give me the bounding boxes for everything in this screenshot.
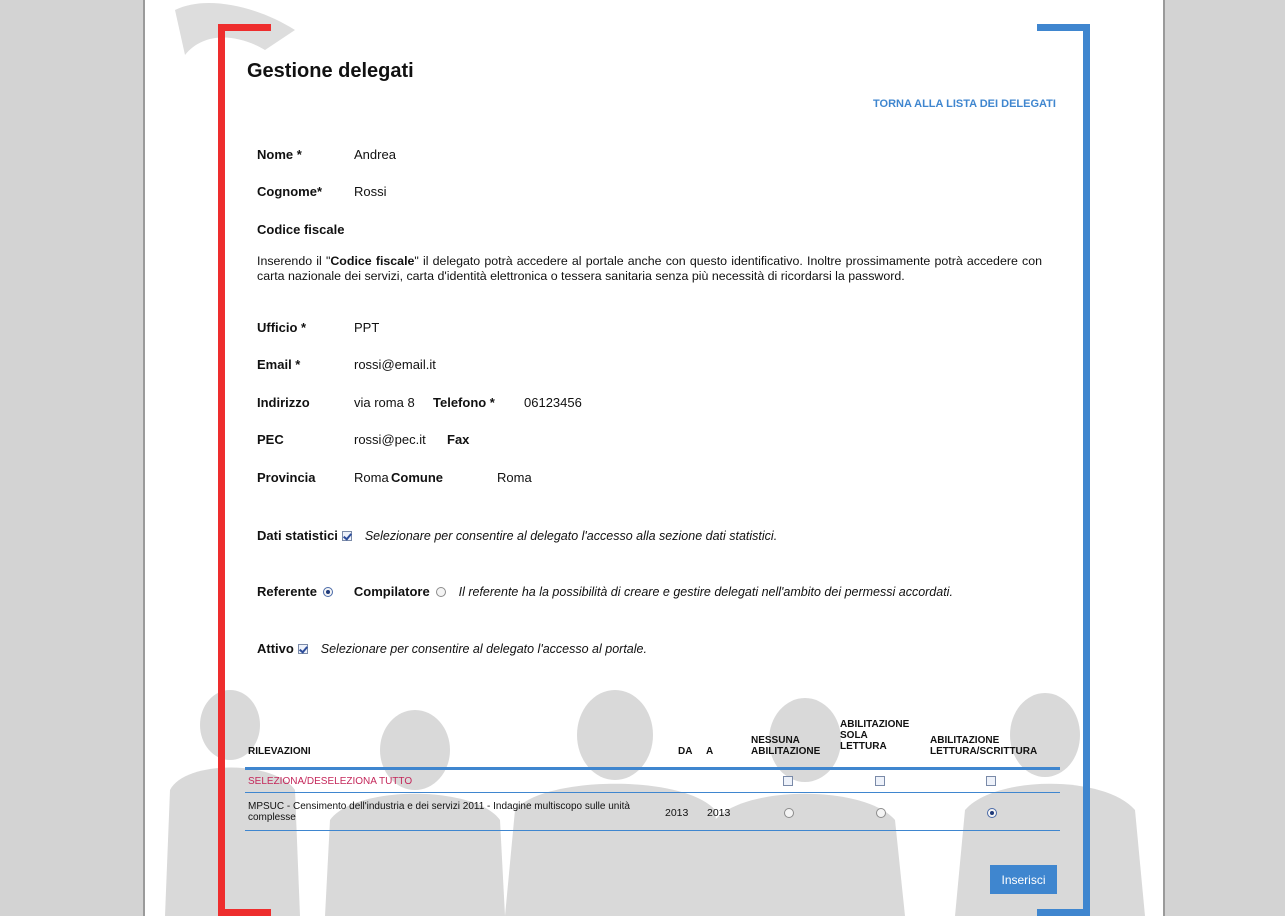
right-bracket-top: [1037, 24, 1090, 31]
ruolo-note: Il referente ha la possibilità di creare…: [458, 585, 953, 599]
row-lettura-scrittura-radio[interactable]: [987, 808, 997, 818]
referente-radio[interactable]: [323, 586, 334, 597]
header-da: DA: [678, 746, 693, 757]
info-text-bold: Codice fiscale: [330, 254, 415, 268]
provincia-label: Provincia: [257, 470, 316, 485]
dati-statistici-label: Dati statistici: [257, 528, 338, 543]
codice-fiscale-label: Codice fiscale: [257, 222, 345, 237]
header-sola-line3: LETTURA: [840, 741, 887, 752]
dati-statistici-checkbox[interactable]: [342, 530, 353, 541]
nome-label: Nome *: [257, 147, 302, 162]
indirizzo-value: via roma 8: [354, 395, 415, 410]
select-all-lettura-scrittura-checkbox[interactable]: [986, 776, 996, 786]
left-margin: [0, 0, 145, 916]
email-value: rossi@email.it: [354, 357, 436, 372]
row-survey-name: MPSUC - Censimento dell'industria e dei …: [248, 801, 630, 823]
attivo-checkbox[interactable]: [298, 643, 309, 654]
right-bracket-decoration: [1083, 24, 1090, 916]
header-a: A: [706, 746, 714, 757]
comune-label: Comune: [391, 470, 443, 485]
dati-statistici-row: Dati statistici Selezionare per consenti…: [257, 527, 777, 545]
row-nessuna-radio[interactable]: [784, 808, 794, 818]
page-title: Gestione delegati: [247, 60, 414, 82]
right-bracket-bottom: [1037, 909, 1090, 916]
left-bracket-decoration: [218, 24, 225, 916]
inserisci-button[interactable]: Inserisci: [990, 865, 1057, 894]
table-header-divider: [245, 767, 1060, 770]
row-divider-1: [245, 792, 1060, 793]
header-sola-line2: SOLA: [840, 730, 868, 741]
info-text-start: Inserendo il ": [257, 254, 331, 268]
header-rilevazioni: RILEVAZIONI: [248, 746, 311, 757]
ruolo-row: Referente Compilatore Il referente ha la…: [257, 583, 953, 601]
telefono-label: Telefono *: [433, 395, 495, 410]
select-all-nessuna-checkbox[interactable]: [783, 776, 793, 786]
email-label: Email *: [257, 357, 301, 372]
provincia-value: Roma: [354, 470, 389, 485]
referente-label: Referente: [257, 584, 317, 599]
right-margin: [1163, 0, 1285, 916]
compilatore-radio[interactable]: [436, 586, 447, 597]
attivo-note: Selezionare per consentire al delegato l…: [320, 642, 647, 656]
telefono-value: 06123456: [524, 395, 582, 410]
header-sola-line1: ABILITAZIONE: [840, 719, 910, 730]
attivo-row: Attivo Selezionare per consentire al del…: [257, 640, 647, 658]
back-to-list-link[interactable]: TORNA ALLA LISTA DEI DELEGATI: [873, 98, 1056, 110]
main-panel: Gestione delegati TORNA ALLA LISTA DEI D…: [145, 0, 1163, 916]
dati-statistici-note: Selezionare per consentire al delegato l…: [364, 529, 778, 543]
row-a-value: 2013: [707, 807, 731, 819]
header-nessuna-abilitazione: NESSUNA ABILITAZIONE: [751, 735, 820, 757]
select-all-link[interactable]: SELEZIONA/DESELEZIONA TUTTO: [248, 776, 412, 787]
codice-fiscale-info: Inserendo il "Codice fiscale" il delegat…: [257, 254, 1042, 284]
row-sola-lettura-radio[interactable]: [876, 808, 886, 818]
header-scrittura-line1: ABILITAZIONE: [930, 735, 1000, 746]
pec-label: PEC: [257, 432, 284, 447]
ufficio-label: Ufficio *: [257, 320, 307, 335]
indirizzo-label: Indirizzo: [257, 395, 310, 410]
cognome-value: Rossi: [354, 184, 387, 199]
row-da-value: 2013: [665, 807, 689, 819]
header-abilitazione-lettura-scrittura: ABILITAZIONE LETTURA/SCRITTURA: [930, 735, 1037, 757]
header-nessuna-line1: NESSUNA: [751, 735, 800, 746]
header-nessuna-line2: ABILITAZIONE: [751, 746, 821, 757]
left-bracket-top: [218, 24, 271, 31]
nome-value: Andrea: [354, 147, 396, 162]
header-abilitazione-sola-lettura: ABILITAZIONE SOLA LETTURA: [840, 719, 909, 752]
left-bracket-bottom: [218, 909, 271, 916]
row-divider-2: [245, 830, 1060, 831]
ufficio-value: PPT: [354, 320, 380, 335]
fax-label: Fax: [447, 432, 470, 447]
attivo-label: Attivo: [257, 641, 294, 656]
select-all-sola-lettura-checkbox[interactable]: [875, 776, 885, 786]
comune-value: Roma: [497, 470, 532, 485]
header-scrittura-line2: LETTURA/SCRITTURA: [930, 746, 1038, 757]
pec-value: rossi@pec.it: [354, 432, 426, 447]
compilatore-label: Compilatore: [353, 584, 430, 599]
cognome-label: Cognome*: [257, 184, 322, 199]
